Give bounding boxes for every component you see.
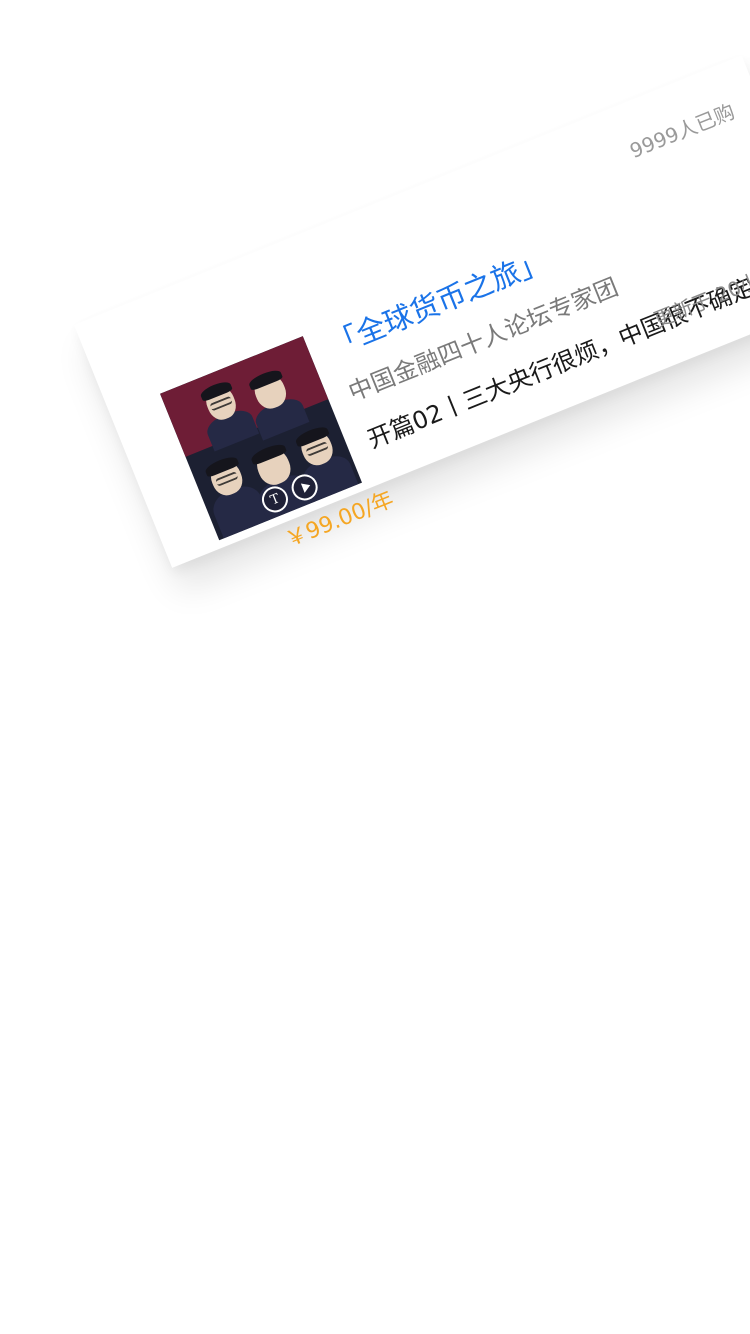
purchase-count: 9999人已购 (626, 99, 739, 163)
page: { "course": { "title": "「全球货币之旅」", "auth… (0, 0, 750, 1334)
course-card[interactable]: T 「全球货币之旅」 9999人已购 中国金融四十人论坛专家团 开篇02丨三大央… (74, 55, 750, 568)
